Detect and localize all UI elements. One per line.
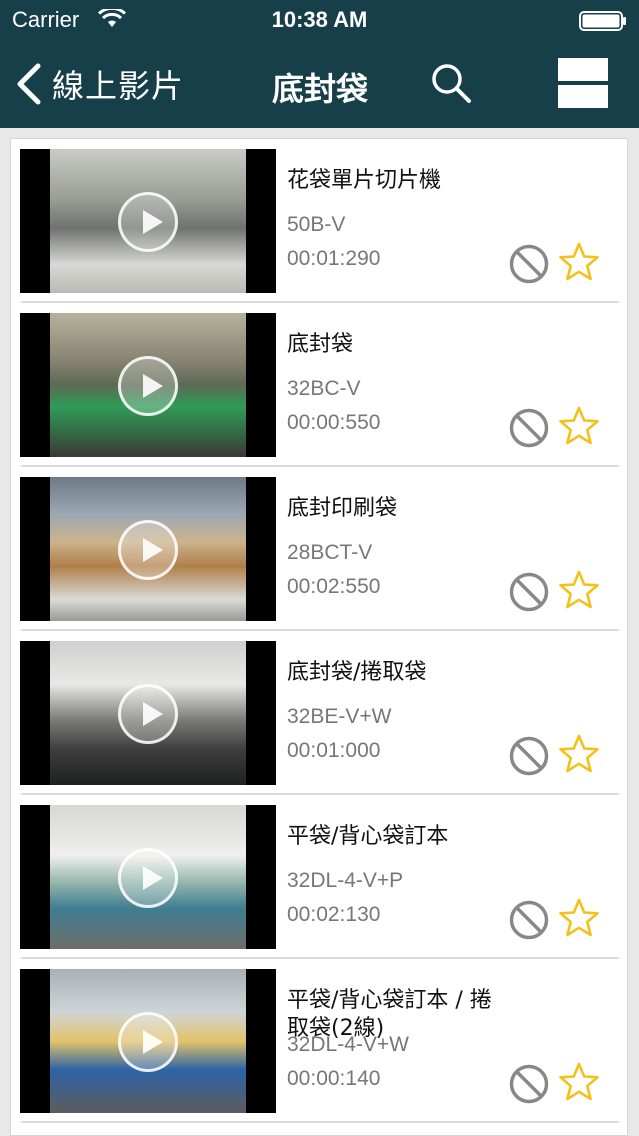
play-icon[interactable]: [118, 684, 178, 744]
video-list-item[interactable]: 底封袋/捲取袋 32BE-V+W 00:01:000: [11, 631, 627, 795]
block-icon[interactable]: [508, 571, 550, 613]
play-icon[interactable]: [118, 1012, 178, 1072]
video-model: 28BCT-V: [287, 541, 373, 564]
video-title: 底封袋: [287, 332, 354, 357]
star-icon[interactable]: [558, 405, 600, 447]
back-label: 線上影片: [52, 67, 185, 105]
back-button[interactable]: 線上影片: [14, 60, 184, 108]
block-icon[interactable]: [508, 899, 550, 941]
battery-icon: [579, 11, 626, 31]
video-duration: 00:02:550: [287, 575, 381, 598]
video-title: 底封印刷袋: [287, 496, 398, 521]
video-model: 32DL-4-V+P: [287, 869, 404, 892]
search-icon[interactable]: [430, 62, 472, 104]
play-icon[interactable]: [118, 848, 178, 908]
menu-icon-bottom-half: [558, 85, 608, 108]
video-duration: 00:00:140: [287, 1067, 381, 1090]
status-bar: Carrier 10:38 AM: [0, 0, 639, 40]
star-icon[interactable]: [558, 1061, 600, 1103]
chevron-left-icon: [17, 63, 41, 105]
video-title: 花袋單片切片機: [287, 168, 442, 193]
play-icon[interactable]: [118, 520, 178, 580]
menu-icon-top-half: [558, 58, 608, 81]
star-icon[interactable]: [558, 897, 600, 939]
clock: 10:38 AM: [271, 7, 368, 32]
block-icon[interactable]: [508, 407, 550, 449]
navigation-bar: 線上影片 底封袋: [0, 40, 639, 128]
row-separator: [21, 1121, 619, 1123]
star-icon[interactable]: [558, 733, 600, 775]
video-title: 平袋/背心袋訂本: [287, 824, 449, 849]
video-thumbnail[interactable]: [20, 641, 276, 785]
page-title: 底封袋: [271, 70, 368, 108]
star-icon[interactable]: [558, 569, 600, 611]
menu-icon[interactable]: [558, 58, 608, 108]
video-list-item[interactable]: 平袋/背心袋訂本 / 捲取袋(2線) 32DL-4-V+W 00:00:140: [11, 959, 627, 1123]
video-duration: 00:01:000: [287, 739, 381, 762]
video-thumbnail[interactable]: [20, 805, 276, 949]
video-model: 32BE-V+W: [287, 705, 392, 728]
video-model: 32DL-4-V+W: [287, 1033, 409, 1056]
video-list-item[interactable]: 平袋/背心袋訂本 32DL-4-V+P 00:02:130: [11, 795, 627, 959]
video-thumbnail[interactable]: [20, 149, 276, 293]
video-duration: 00:00:550: [287, 411, 381, 434]
video-thumbnail[interactable]: [20, 477, 276, 621]
video-list-item[interactable]: 花袋單片切片機 50B-V 00:01:290: [11, 139, 627, 303]
video-duration: 00:02:130: [287, 903, 381, 926]
video-thumbnail[interactable]: [20, 969, 276, 1113]
video-model: 50B-V: [287, 213, 346, 236]
star-icon[interactable]: [558, 241, 600, 283]
block-icon[interactable]: [508, 243, 550, 285]
play-icon[interactable]: [118, 356, 178, 416]
play-icon[interactable]: [118, 192, 178, 252]
video-thumbnail[interactable]: [20, 313, 276, 457]
video-list[interactable]: 花袋單片切片機 50B-V 00:01:290 底封袋 32BC-V 00:00…: [10, 138, 628, 1136]
video-title: 底封袋/捲取袋: [287, 660, 427, 685]
app-screen: Carrier 10:38 AM 線上影片 底封袋 花袋單片切片機 50B-V …: [0, 0, 639, 1136]
video-list-item[interactable]: 底封袋 32BC-V 00:00:550: [11, 303, 627, 467]
video-list-item[interactable]: 底封印刷袋 28BCT-V 00:02:550: [11, 467, 627, 631]
block-icon[interactable]: [508, 735, 550, 777]
block-icon[interactable]: [508, 1063, 550, 1105]
video-duration: 00:01:290: [287, 247, 381, 270]
video-model: 32BC-V: [287, 377, 361, 400]
top-bar: Carrier 10:38 AM 線上影片 底封袋: [0, 0, 639, 128]
